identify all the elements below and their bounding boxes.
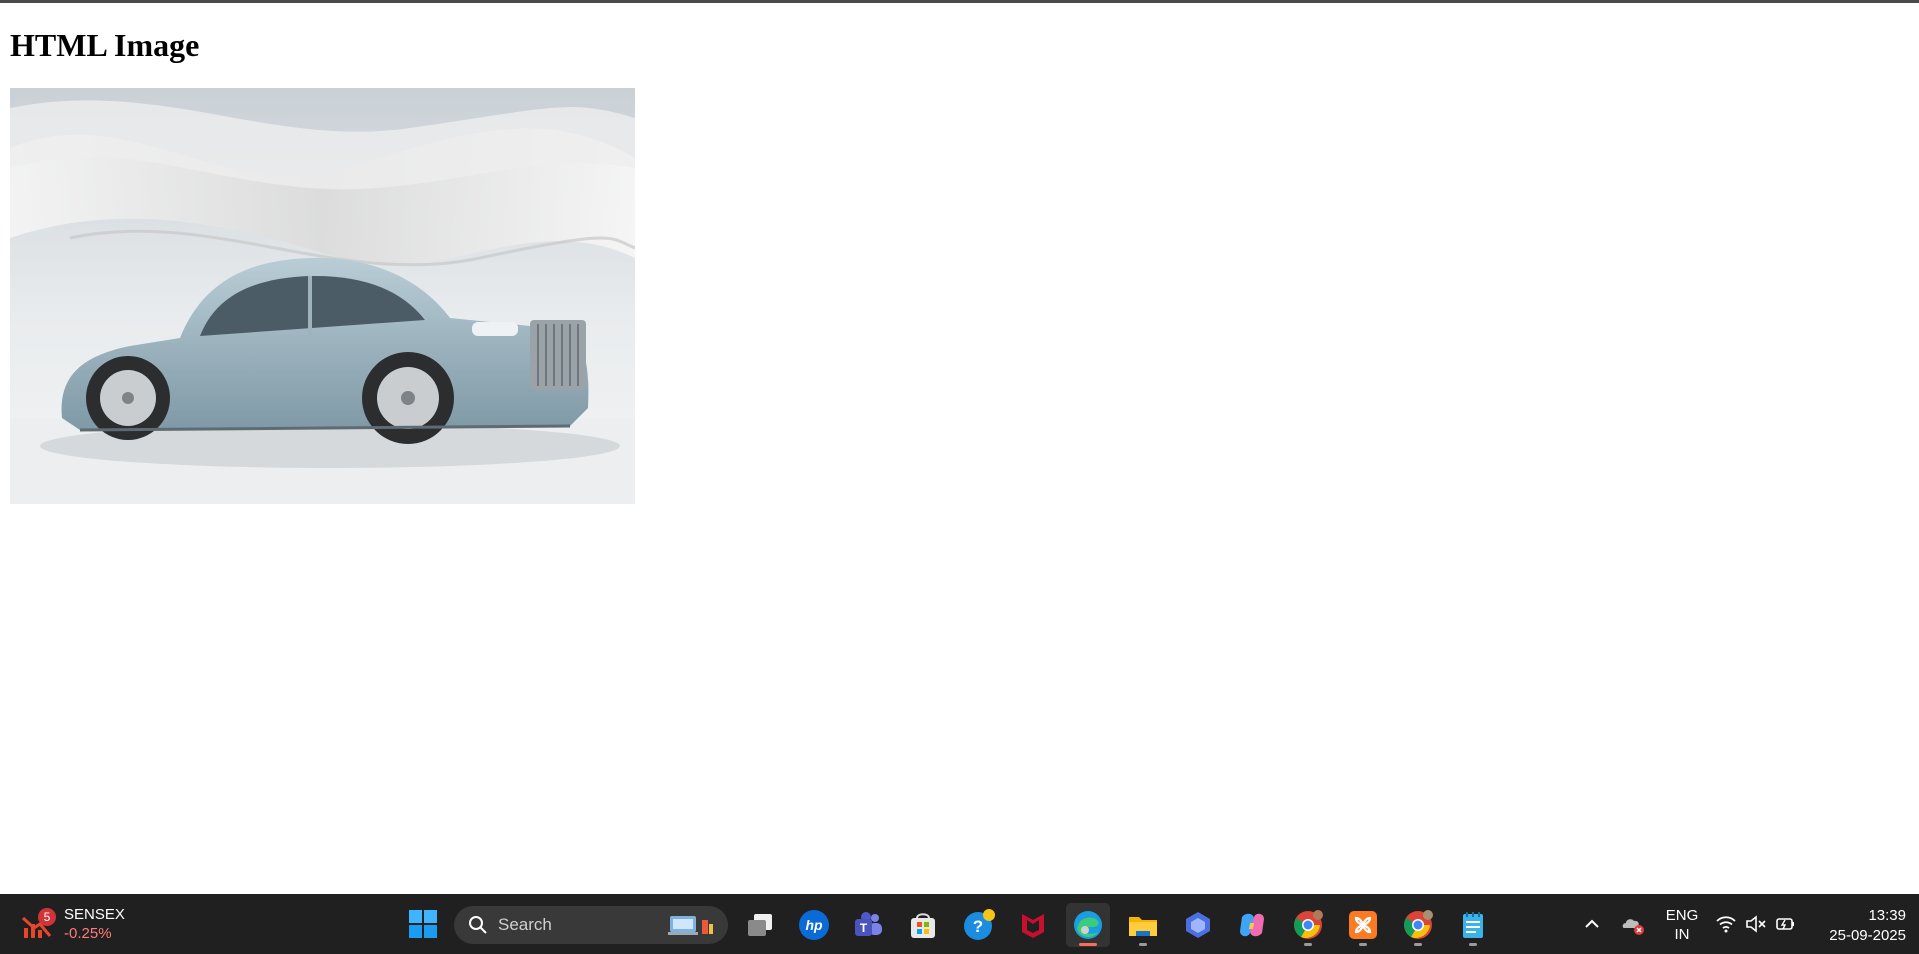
notification-badge: 5 <box>38 908 56 926</box>
taskbar-app-get-help[interactable]: ? <box>957 903 1001 947</box>
chrome-icon <box>1404 910 1433 939</box>
svg-text:T: T <box>860 921 868 935</box>
copilot-app-icon <box>1186 912 1210 938</box>
stock-chart-icon: 5 <box>20 906 56 942</box>
svg-text:hp: hp <box>805 917 823 933</box>
car-image <box>10 88 635 504</box>
taskbar-app-file-explorer[interactable] <box>1121 903 1165 947</box>
stock-widget-text: SENSEX -0.25% <box>64 905 125 943</box>
store-icon <box>911 913 935 938</box>
taskbar-search[interactable]: Search <box>454 906 728 944</box>
volume-muted-icon[interactable] <box>1744 912 1768 936</box>
wifi-icon[interactable] <box>1714 912 1738 936</box>
clock[interactable]: 13:39 25-09-2025 <box>1806 906 1906 946</box>
edge-icon <box>1074 911 1102 939</box>
show-hidden-icons-icon[interactable] <box>1580 912 1604 936</box>
teams-icon: T <box>855 912 882 936</box>
language-primary: ENG <box>1665 907 1699 924</box>
chrome-icon <box>1294 910 1323 939</box>
taskbar-app-teams[interactable]: T <box>846 903 890 947</box>
running-app-indicator <box>1359 943 1367 946</box>
running-app-indicator <box>1469 943 1477 946</box>
clock-time: 13:39 <box>1868 907 1906 924</box>
xampp-icon <box>1349 911 1377 939</box>
running-app-indicator <box>1414 943 1422 946</box>
taskbar-app-mcafee[interactable] <box>1011 903 1055 947</box>
taskbar-app-edge[interactable] <box>1066 903 1110 947</box>
windows-logo-icon <box>409 910 437 938</box>
taskbar-app-copilot[interactable] <box>1230 903 1274 947</box>
language-indicator[interactable]: ENG IN <box>1662 906 1702 944</box>
start-button[interactable] <box>403 904 443 944</box>
search-highlight-icon <box>668 916 713 935</box>
mcafee-icon <box>1022 914 1044 938</box>
browser-top-edge <box>0 0 1919 3</box>
hp-icon: hp <box>799 910 829 940</box>
copilot-icon <box>1240 913 1264 937</box>
folder-icon <box>1129 917 1157 936</box>
stock-change: -0.25% <box>64 925 112 942</box>
page-content: HTML Image <box>10 25 199 65</box>
page-title: HTML Image <box>10 27 200 63</box>
stock-widget[interactable]: 5 SENSEX -0.25% <box>20 902 125 946</box>
clock-date: 25-09-2025 <box>1829 927 1906 944</box>
search-icon <box>469 916 487 934</box>
running-app-indicator <box>1304 943 1312 946</box>
taskbar-app-chrome-2[interactable] <box>1396 903 1440 947</box>
task-view-icon <box>748 914 772 936</box>
language-secondary: IN <box>1674 926 1690 943</box>
stock-name: SENSEX <box>64 906 125 923</box>
taskbar-app-notepad[interactable] <box>1451 903 1495 947</box>
battery-charging-icon[interactable] <box>1774 912 1798 936</box>
notepad-icon <box>1463 912 1483 938</box>
taskbar-app-hp[interactable]: hp <box>792 903 836 947</box>
help-icon: ? <box>964 909 995 940</box>
search-label: Search <box>498 915 552 934</box>
taskbar-app-copilot-app[interactable] <box>1176 903 1220 947</box>
windows-taskbar: 5 SENSEX -0.25% Search hp T ? ENG IN 13:… <box>0 894 1919 954</box>
active-app-indicator <box>1079 943 1097 946</box>
onedrive-error-icon[interactable] <box>1620 911 1646 937</box>
car-photo-illustration <box>10 88 635 504</box>
taskbar-app-store[interactable] <box>901 903 945 947</box>
running-app-indicator <box>1139 943 1147 946</box>
taskbar-app-xampp[interactable] <box>1341 903 1385 947</box>
svg-text:?: ? <box>973 917 983 936</box>
taskbar-app-task-view[interactable] <box>738 903 782 947</box>
taskbar-app-chrome-1[interactable] <box>1286 903 1330 947</box>
